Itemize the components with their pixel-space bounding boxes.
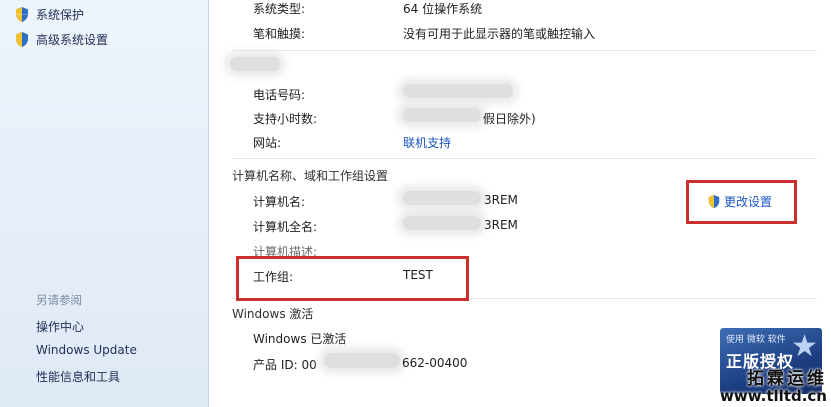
star-icon: ★ [791, 329, 818, 364]
pen-touch-value: 没有可用于此显示器的笔或触控输入 [403, 27, 596, 41]
product-id-label: 产品 ID: 00 [253, 358, 317, 372]
redacted-product-id [324, 353, 400, 368]
website-label: 网站: [253, 136, 282, 150]
section-divider [232, 50, 817, 51]
product-id-value: 662-00400 [402, 356, 468, 370]
full-computer-name-value: 3REM [484, 218, 518, 232]
genuine-badge-top-text: 使用 微软 软件 [726, 335, 786, 345]
windows-update-link[interactable]: Windows Update [36, 343, 137, 357]
redacted-oem-name [230, 57, 280, 71]
shield-icon [16, 7, 28, 22]
computer-name-section-title: 计算机名称、域和工作组设置 [232, 169, 389, 183]
redacted-phone-number [403, 84, 513, 98]
system-type-value: 64 位操作系统 [403, 2, 483, 16]
redacted-computer-name [403, 191, 481, 205]
workgroup-highlight-box [236, 256, 469, 301]
computer-name-value: 3REM [484, 193, 518, 207]
change-settings-highlight-box [686, 180, 797, 224]
redacted-full-computer-name [403, 216, 481, 230]
redacted-support-hours [403, 108, 481, 122]
watermark-line2: www.tlltd.cn [720, 387, 827, 406]
support-hours-value: 假日除外) [483, 112, 536, 126]
system-type-label: 系统类型: [253, 2, 306, 16]
activation-status: Windows 已激活 [253, 332, 347, 346]
section-divider [232, 158, 817, 159]
windows-activation-title: Windows 激活 [232, 307, 314, 321]
phone-number-label: 电话号码: [253, 88, 306, 102]
shield-icon [16, 32, 28, 47]
left-task-pane: 系统保护 高级系统设置 另请参阅 操作中心 Windows Update 性能信… [0, 0, 209, 407]
system-protection-label: 系统保护 [36, 8, 85, 22]
performance-info-link[interactable]: 性能信息和工具 [36, 368, 120, 385]
online-support-link[interactable]: 联机支持 [403, 134, 451, 151]
pen-touch-label: 笔和触摸: [253, 27, 306, 41]
advanced-system-settings-link[interactable]: 高级系统设置 [14, 31, 108, 48]
computer-name-label: 计算机名: [253, 195, 306, 209]
see-also-heading: 另请参阅 [36, 293, 82, 307]
advanced-system-settings-label: 高级系统设置 [36, 33, 109, 47]
support-hours-label: 支持小时数: [253, 112, 318, 126]
action-center-link[interactable]: 操作中心 [36, 318, 84, 335]
system-protection-link[interactable]: 系统保护 [14, 6, 84, 23]
site-watermark: 拓霖运维 www.tlltd.cn [720, 371, 827, 405]
full-computer-name-label: 计算机全名: [253, 220, 318, 234]
